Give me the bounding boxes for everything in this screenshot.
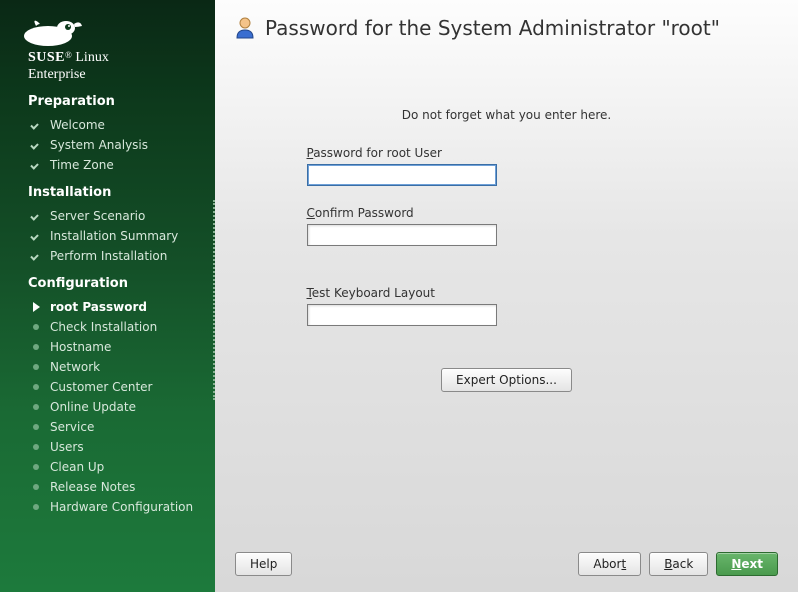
main-panel: Password for the System Administrator "r… <box>215 0 798 592</box>
hint-text: Do not forget what you enter here. <box>402 108 612 122</box>
sidebar-item-time-zone[interactable]: Time Zone <box>0 155 215 175</box>
bullet-icon <box>30 384 42 390</box>
bullet-icon <box>30 464 42 470</box>
check-icon <box>30 161 42 169</box>
sidebar-item-installation-summary[interactable]: Installation Summary <box>0 226 215 246</box>
expert-options-button[interactable]: Expert Options... <box>441 368 572 392</box>
sidebar-item-hardware-configuration[interactable]: Hardware Configuration <box>0 497 215 517</box>
section-preparation: Preparation <box>0 86 215 113</box>
bullet-icon <box>30 364 42 370</box>
nav-label: System Analysis <box>50 138 148 152</box>
back-button[interactable]: Back <box>649 552 708 576</box>
sidebar-item-release-notes[interactable]: Release Notes <box>0 477 215 497</box>
next-button[interactable]: Next <box>716 552 778 576</box>
nav-label: Installation Summary <box>50 229 178 243</box>
nav-label: Users <box>50 440 84 454</box>
sidebar-item-system-analysis[interactable]: System Analysis <box>0 135 215 155</box>
sidebar-item-online-update[interactable]: Online Update <box>0 397 215 417</box>
sidebar-item-clean-up[interactable]: Clean Up <box>0 457 215 477</box>
section-installation: Installation <box>0 177 215 204</box>
bullet-icon <box>30 424 42 430</box>
nav-label: Customer Center <box>50 380 153 394</box>
test-keyboard-label: Test Keyboard Layout <box>307 286 707 300</box>
nav-label: Perform Installation <box>50 249 167 263</box>
bullet-icon <box>30 484 42 490</box>
nav-label: Service <box>50 420 94 434</box>
nav-label: Release Notes <box>50 480 135 494</box>
check-icon <box>30 141 42 149</box>
confirm-input[interactable] <box>307 224 497 246</box>
nav-label: Check Installation <box>50 320 157 334</box>
nav-label: Server Scenario <box>50 209 145 223</box>
brand-text: SUSE® Linux Enterprise <box>0 48 215 86</box>
nav-label: Clean Up <box>50 460 104 474</box>
help-button[interactable]: Help <box>235 552 292 576</box>
suse-logo <box>0 12 215 48</box>
sidebar-item-root-password[interactable]: root Password <box>0 297 215 317</box>
bullet-icon <box>30 504 42 510</box>
nav-label: root Password <box>50 300 147 314</box>
sidebar-item-welcome[interactable]: Welcome <box>0 115 215 135</box>
password-label: Password for root User <box>307 146 707 160</box>
section-configuration: Configuration <box>0 268 215 295</box>
bullet-icon <box>30 404 42 410</box>
sidebar-item-check-installation[interactable]: Check Installation <box>0 317 215 337</box>
bullet-icon <box>30 324 42 330</box>
check-icon <box>30 121 42 129</box>
check-icon <box>30 212 42 220</box>
sidebar-item-users[interactable]: Users <box>0 437 215 457</box>
sidebar: SUSE® Linux Enterprise Preparation Welco… <box>0 0 215 592</box>
sidebar-item-service[interactable]: Service <box>0 417 215 437</box>
page-title: Password for the System Administrator "r… <box>265 16 720 40</box>
nav-label: Online Update <box>50 400 136 414</box>
user-icon <box>235 17 255 39</box>
nav-label: Time Zone <box>50 158 114 172</box>
password-input[interactable] <box>307 164 497 186</box>
check-icon <box>30 252 42 260</box>
nav-label: Hostname <box>50 340 111 354</box>
sidebar-item-network[interactable]: Network <box>0 357 215 377</box>
abort-button[interactable]: Abort <box>578 552 641 576</box>
sidebar-item-customer-center[interactable]: Customer Center <box>0 377 215 397</box>
nav-label: Network <box>50 360 100 374</box>
nav-label: Welcome <box>50 118 105 132</box>
check-icon <box>30 232 42 240</box>
bullet-icon <box>30 444 42 450</box>
arrow-right-icon <box>30 302 42 312</box>
sidebar-item-perform-installation[interactable]: Perform Installation <box>0 246 215 266</box>
test-keyboard-input[interactable] <box>307 304 497 326</box>
sidebar-item-hostname[interactable]: Hostname <box>0 337 215 357</box>
nav-label: Hardware Configuration <box>50 500 193 514</box>
bullet-icon <box>30 344 42 350</box>
confirm-label: Confirm Password <box>307 206 707 220</box>
sidebar-item-server-scenario[interactable]: Server Scenario <box>0 206 215 226</box>
